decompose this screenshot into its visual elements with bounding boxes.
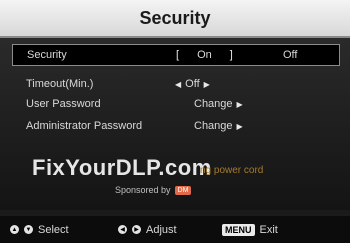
row-admin-password[interactable]: Administrator Password Change ▶ <box>12 116 338 136</box>
timeout-value[interactable]: ◀ Off ▶ <box>175 78 210 90</box>
page-title: Security <box>139 7 211 28</box>
watermark-hint: ng power cord <box>200 165 264 176</box>
right-button-icon: ▶ <box>132 225 141 234</box>
menu-key-icon: MENU <box>222 223 255 236</box>
row-label: Timeout(Min.) <box>26 78 94 90</box>
row-user-password[interactable]: User Password Change ▶ <box>12 94 338 114</box>
sponsor-line: Sponsored by DM <box>115 185 192 195</box>
change-text: Change <box>194 98 233 110</box>
security-off[interactable]: Off <box>283 49 297 61</box>
right-arrow-icon[interactable]: ▶ <box>237 100 243 109</box>
security-on: On <box>197 49 212 61</box>
select-hint: ▲ ▼ Select <box>10 224 69 236</box>
exit-label: Exit <box>259 223 278 236</box>
row-timeout[interactable]: Timeout(Min.) ◀ Off ▶ <box>12 74 338 94</box>
up-button-icon: ▲ <box>10 225 19 234</box>
bracket-left: [ <box>176 49 180 61</box>
row-label: Security <box>27 49 67 61</box>
down-button-icon: ▼ <box>24 225 33 234</box>
sponsor-logo: DM <box>174 185 192 195</box>
exit-hint: MENU Exit <box>222 223 278 236</box>
right-arrow-icon[interactable]: ▶ <box>204 80 210 89</box>
admin-password-value[interactable]: Change ▶ <box>194 120 243 132</box>
title-bar: Security <box>0 0 350 38</box>
left-button-icon: ◀ <box>118 225 127 234</box>
select-label: Select <box>38 223 69 236</box>
row-security[interactable]: Security [ On ] Off <box>12 44 340 66</box>
user-password-value[interactable]: Change ▶ <box>194 98 243 110</box>
left-arrow-icon[interactable]: ◀ <box>175 80 181 89</box>
adjust-hint: ◀ ▶ Adjust <box>118 224 177 236</box>
row-label: User Password <box>26 98 101 110</box>
footer-bar: ▲ ▼ Select ◀ ▶ Adjust MENU Exit <box>0 216 350 243</box>
watermark-logo: FixYourDLP.com <box>32 155 212 180</box>
row-label: Administrator Password <box>26 120 143 132</box>
right-arrow-icon[interactable]: ▶ <box>237 122 243 131</box>
sponsor-text: Sponsored by <box>115 185 171 195</box>
change-text: Change <box>194 120 233 132</box>
timeout-text: Off <box>185 78 200 90</box>
adjust-label: Adjust <box>146 223 177 236</box>
bracket-right: ] <box>229 49 233 61</box>
security-value[interactable]: [ On ] <box>176 49 233 61</box>
